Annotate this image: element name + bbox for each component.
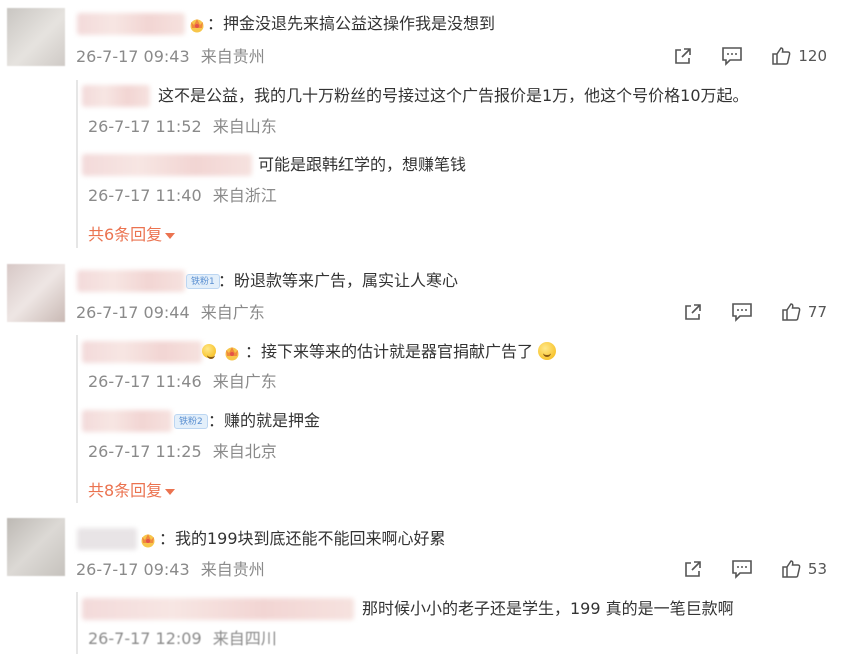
reply-date: 26-7-17 11:40 [88,186,202,205]
comment-button[interactable] [731,302,753,322]
reply-meta: 26-7-17 11:40 来自浙江 [88,185,277,207]
share-button[interactable] [683,559,703,579]
avatar[interactable] [7,518,65,576]
avatar[interactable] [7,8,65,66]
reply-username-blurred[interactable] [82,154,252,176]
reply-username-blurred[interactable] [82,341,202,363]
reply-date: 26-7-17 11:52 [88,117,202,136]
reply-username-blurred[interactable] [82,410,172,432]
comment-meta: 26-7-17 09:43 来自贵州 [76,46,265,68]
reply-text-content: ：接下来等来的估计就是器官捐献广告了 [245,342,534,361]
crown-badge-icon [190,19,204,33]
fan-level-badge: 铁粉1 [186,274,220,289]
reply-text: 这不是公益，我的几十万粉丝的号接过这个广告报价是1万，他这个号价格10万起。 [158,86,749,105]
reply-username-blurred[interactable] [82,598,354,620]
comment-location: 来自广东 [200,303,265,322]
comment-icon [732,560,752,579]
like-button[interactable]: 77 [781,302,827,322]
reply-location: 来自四川 [212,629,277,648]
share-button[interactable] [673,46,693,66]
comment-icon [722,47,743,66]
thumbs-up-icon [782,303,801,321]
reply-divider [76,592,78,654]
reply-text: ：接下来等来的估计就是器官捐献广告了 [245,341,557,363]
reply-location: 来自浙江 [212,186,277,205]
reply-date: 26-7-17 11:25 [88,442,202,461]
reply-location: 来自山东 [212,117,277,136]
comment-text: ：盼退款等来广告，属实让人寒心 [218,271,459,290]
reply-location: 来自北京 [212,442,277,461]
username-blurred[interactable] [77,13,185,35]
comment-actions: 77 [655,302,827,322]
username-blurred[interactable] [77,528,137,550]
show-more-replies-link[interactable]: 共8条回复 [88,480,176,502]
reply-text: 那时候小小的老子还是学生，199 真的是一笔巨款啊 [362,599,734,618]
comment-button[interactable] [731,559,753,579]
comment-date: 26-7-17 09:44 [76,303,190,322]
show-more-replies-link[interactable]: 共6条回复 [88,224,176,246]
share-icon [685,561,701,577]
comment-date: 26-7-17 09:43 [76,47,190,66]
share-icon [675,48,692,64]
comment-text: ：我的199块到底还能不能回来啊心好累 [159,529,446,548]
reply-meta: 26-7-17 11:52 来自山东 [88,116,277,138]
reply-meta: 26-7-17 12:09 来自四川 [88,628,277,650]
reply-text: 可能是跟韩红学的，想赚笔钱 [258,155,467,174]
reply-date: 26-7-17 11:46 [88,372,202,391]
crown-badge-icon [141,534,155,548]
comment-date: 26-7-17 09:43 [76,560,190,579]
reply-divider [76,80,78,248]
comment-location: 来自贵州 [200,47,265,66]
comment-actions: 53 [655,559,827,579]
share-icon [685,304,701,320]
thumbs-up-icon [772,47,791,65]
reply-text: ：赚的就是押金 [208,411,321,430]
comment-meta: 26-7-17 09:43 来自贵州 [76,559,265,581]
thumbs-up-icon [782,560,801,578]
reply-divider [76,335,78,503]
reply-meta: 26-7-17 11:46 来自广东 [88,371,277,393]
comment-icon [732,303,752,322]
caret-down-icon [165,488,176,495]
share-button[interactable] [683,302,703,322]
fan-level-badge: 铁粉2 [174,414,208,429]
crown-badge-icon [225,347,239,361]
like-count: 120 [798,47,827,65]
comment-button[interactable] [721,46,743,66]
caret-down-icon [165,232,176,239]
more-replies-label: 共8条回复 [88,481,163,500]
comment-actions: 120 [645,46,827,66]
smile-emoji-icon [202,344,216,359]
like-count: 53 [807,560,827,578]
like-button[interactable]: 53 [781,559,827,579]
avatar[interactable] [7,264,65,322]
reply-meta: 26-7-17 11:25 来自北京 [88,441,277,463]
comment-location: 来自贵州 [200,560,265,579]
reply-date: 26-7-17 12:09 [88,629,202,648]
more-replies-label: 共6条回复 [88,225,163,244]
reply-username-blurred[interactable] [82,85,150,107]
like-count: 77 [807,303,827,321]
smile-emoji-icon [538,342,557,360]
username-blurred[interactable] [77,270,185,292]
comment-text: ：押金没退先来搞公益这操作我是没想到 [207,14,496,33]
like-button[interactable]: 120 [771,46,827,66]
comment-meta: 26-7-17 09:44 来自广东 [76,302,265,324]
reply-location: 来自广东 [212,372,277,391]
